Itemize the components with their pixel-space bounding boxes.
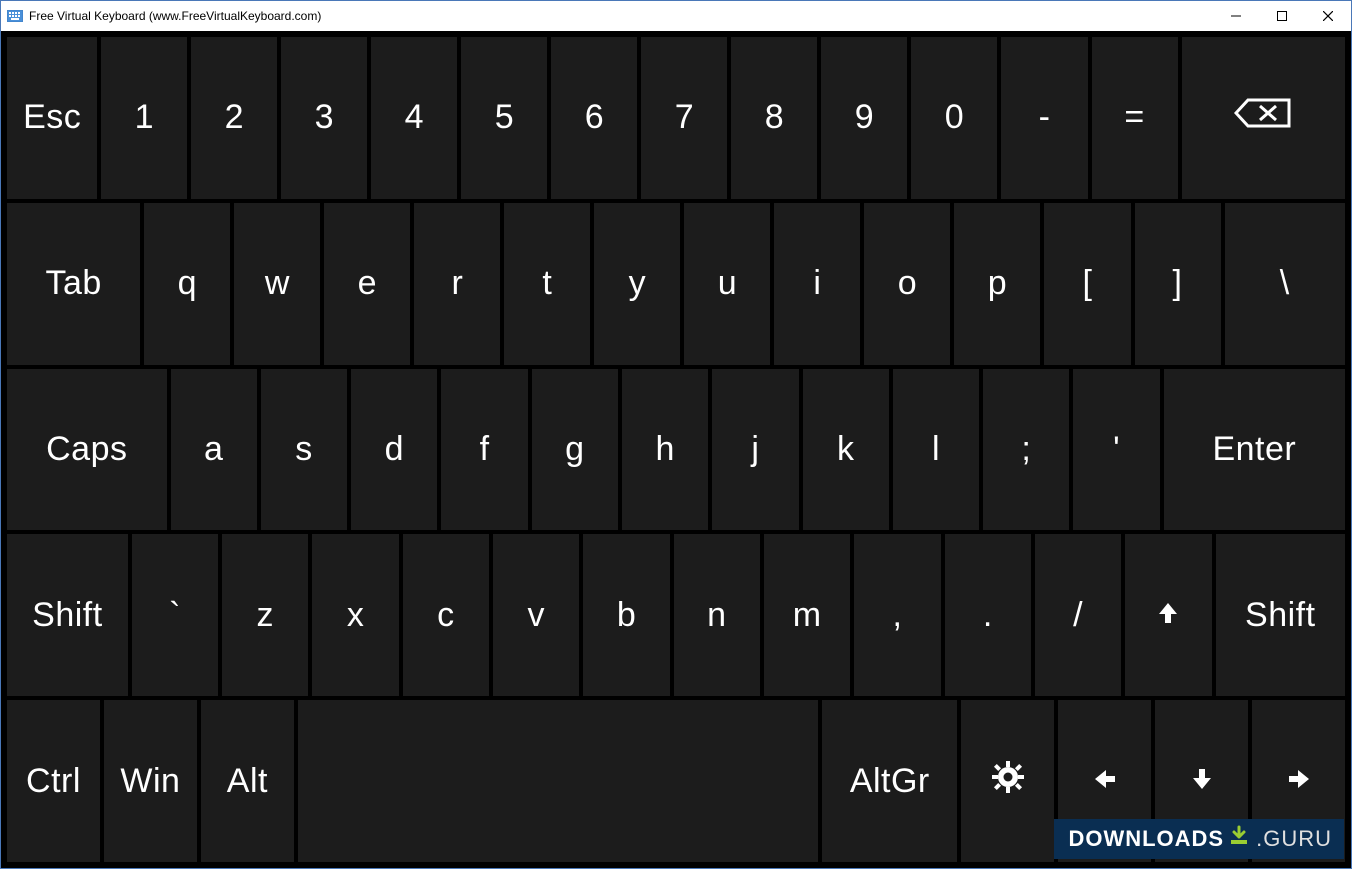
key-r[interactable]: r — [414, 203, 500, 365]
key-g[interactable]: g — [532, 369, 618, 531]
key-h[interactable]: h — [622, 369, 708, 531]
key-v[interactable]: v — [493, 534, 579, 696]
keyboard: Esc 1 2 3 4 5 6 7 8 9 0 - = — [1, 31, 1351, 868]
key-1[interactable]: 1 — [101, 37, 187, 199]
arrow-right-icon — [1286, 762, 1312, 801]
key-enter[interactable]: Enter — [1164, 369, 1345, 531]
key-settings[interactable] — [961, 700, 1054, 862]
key-esc[interactable]: Esc — [7, 37, 97, 199]
key-0[interactable]: 0 — [911, 37, 997, 199]
key-x[interactable]: x — [312, 534, 398, 696]
key-lshift[interactable]: Shift — [7, 534, 128, 696]
key-up-arrow[interactable] — [1125, 534, 1211, 696]
key-altgr[interactable]: AltGr — [822, 700, 957, 862]
watermark-text-left: DOWNLOADS — [1068, 826, 1224, 852]
app-icon — [7, 10, 23, 22]
key-tab[interactable]: Tab — [7, 203, 140, 365]
row-1: Esc 1 2 3 4 5 6 7 8 9 0 - = — [7, 37, 1345, 199]
key-comma[interactable]: , — [854, 534, 940, 696]
key-m[interactable]: m — [764, 534, 850, 696]
key-a[interactable]: a — [171, 369, 257, 531]
key-minus[interactable]: - — [1001, 37, 1087, 199]
key-9[interactable]: 9 — [821, 37, 907, 199]
gear-icon — [992, 761, 1024, 802]
key-grave[interactable]: ` — [132, 534, 218, 696]
key-space[interactable] — [298, 700, 819, 862]
window-title: Free Virtual Keyboard (www.FreeVirtualKe… — [29, 9, 321, 23]
key-8[interactable]: 8 — [731, 37, 817, 199]
key-equals[interactable]: = — [1092, 37, 1178, 199]
key-u[interactable]: u — [684, 203, 770, 365]
key-b[interactable]: b — [583, 534, 669, 696]
key-6[interactable]: 6 — [551, 37, 637, 199]
key-rbracket[interactable]: ] — [1135, 203, 1221, 365]
row-2: Tab q w e r t y u i o p [ ] \ — [7, 203, 1345, 365]
key-alt[interactable]: Alt — [201, 700, 294, 862]
arrow-down-icon — [1189, 762, 1215, 801]
key-ctrl[interactable]: Ctrl — [7, 700, 100, 862]
app-window: Free Virtual Keyboard (www.FreeVirtualKe… — [0, 0, 1352, 869]
key-o[interactable]: o — [864, 203, 950, 365]
key-s[interactable]: s — [261, 369, 347, 531]
key-j[interactable]: j — [712, 369, 798, 531]
download-icon — [1228, 825, 1250, 853]
arrow-up-icon — [1155, 596, 1181, 635]
key-period[interactable]: . — [945, 534, 1031, 696]
key-y[interactable]: y — [594, 203, 680, 365]
key-semicolon[interactable]: ; — [983, 369, 1069, 531]
key-3[interactable]: 3 — [281, 37, 367, 199]
key-p[interactable]: p — [954, 203, 1040, 365]
key-c[interactable]: c — [403, 534, 489, 696]
row-3: Caps a s d f g h j k l ; ' Enter — [7, 369, 1345, 531]
titlebar: Free Virtual Keyboard (www.FreeVirtualKe… — [1, 1, 1351, 31]
key-2[interactable]: 2 — [191, 37, 277, 199]
arrow-left-icon — [1092, 762, 1118, 801]
close-button[interactable] — [1305, 1, 1351, 31]
key-4[interactable]: 4 — [371, 37, 457, 199]
key-z[interactable]: z — [222, 534, 308, 696]
watermark-text-right: .GURU — [1256, 826, 1332, 852]
watermark-badge: DOWNLOADS .GURU — [1054, 819, 1344, 859]
key-lbracket[interactable]: [ — [1044, 203, 1130, 365]
key-f[interactable]: f — [441, 369, 527, 531]
maximize-button[interactable] — [1259, 1, 1305, 31]
key-t[interactable]: t — [504, 203, 590, 365]
key-q[interactable]: q — [144, 203, 230, 365]
key-w[interactable]: w — [234, 203, 320, 365]
key-d[interactable]: d — [351, 369, 437, 531]
key-5[interactable]: 5 — [461, 37, 547, 199]
minimize-button[interactable] — [1213, 1, 1259, 31]
key-l[interactable]: l — [893, 369, 979, 531]
key-i[interactable]: i — [774, 203, 860, 365]
key-win[interactable]: Win — [104, 700, 197, 862]
key-e[interactable]: e — [324, 203, 410, 365]
key-backspace[interactable] — [1182, 37, 1345, 199]
key-quote[interactable]: ' — [1073, 369, 1159, 531]
key-k[interactable]: k — [803, 369, 889, 531]
key-slash[interactable]: / — [1035, 534, 1121, 696]
key-rshift[interactable]: Shift — [1216, 534, 1345, 696]
backspace-icon — [1234, 97, 1292, 138]
key-backslash[interactable]: \ — [1225, 203, 1345, 365]
key-caps[interactable]: Caps — [7, 369, 167, 531]
key-n[interactable]: n — [674, 534, 760, 696]
row-4: Shift ` z x c v b n m , . / Shift — [7, 534, 1345, 696]
key-7[interactable]: 7 — [641, 37, 727, 199]
